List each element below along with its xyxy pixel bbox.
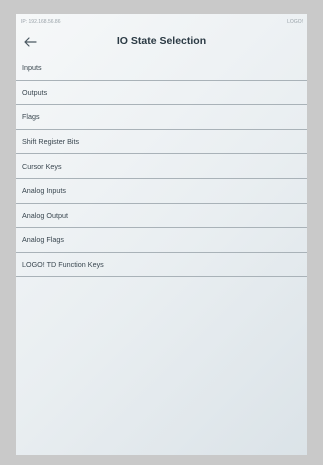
list-item-label: Analog Output bbox=[22, 210, 68, 220]
list-item-analog-inputs[interactable]: Analog Inputs bbox=[16, 179, 307, 204]
list-item-label: Outputs bbox=[22, 87, 48, 97]
status-bar: IP: 192.168.56.86 LOGO! bbox=[16, 14, 307, 28]
ip-address: IP: 192.168.56.86 bbox=[21, 19, 61, 25]
page-title: IO State Selection bbox=[116, 35, 207, 47]
list-item-analog-output[interactable]: Analog Output bbox=[16, 204, 307, 229]
list-item-label: Shift Register Bits bbox=[22, 137, 80, 147]
list-item-flags[interactable]: Flags bbox=[16, 105, 307, 130]
list-item-label: Flags bbox=[22, 112, 40, 122]
list-item-analog-flags[interactable]: Analog Flags bbox=[16, 228, 307, 253]
list-item-label: Cursor Keys bbox=[22, 161, 62, 171]
brand-label: LOGO! bbox=[287, 19, 303, 25]
list-item-outputs[interactable]: Outputs bbox=[16, 81, 307, 106]
list-item-label: LOGO! TD Function Keys bbox=[22, 260, 104, 270]
list-item-inputs[interactable]: Inputs bbox=[16, 56, 307, 81]
list-item-td-function-keys[interactable]: LOGO! TD Function Keys bbox=[16, 253, 307, 278]
list-item-label: Inputs bbox=[22, 63, 42, 73]
list-item-cursor-keys[interactable]: Cursor Keys bbox=[16, 154, 307, 179]
list-item-shift-register-bits[interactable]: Shift Register Bits bbox=[16, 130, 307, 155]
app-bar: IO State Selection bbox=[16, 28, 307, 56]
app-screen: IP: 192.168.56.86 LOGO! IO State Selecti… bbox=[16, 14, 307, 455]
io-state-list: Inputs Outputs Flags Shift Register Bits… bbox=[16, 56, 307, 278]
list-item-label: Analog Inputs bbox=[22, 186, 66, 196]
list-item-label: Analog Flags bbox=[22, 235, 64, 245]
